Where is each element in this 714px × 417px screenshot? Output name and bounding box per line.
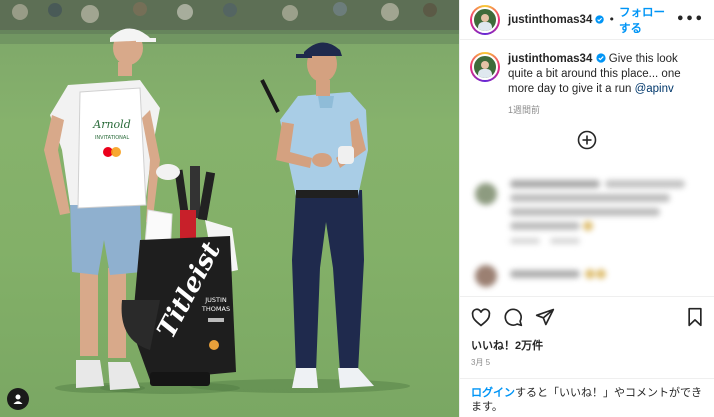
add-comment-icon[interactable] [577, 130, 597, 150]
likes-count[interactable]: いいね！2万件 [459, 327, 714, 353]
golf-scene-illustration: Arnold INVITATIONAL Titleist JUSTIN THOM… [0, 0, 459, 394]
bag-name-text: JUSTIN [204, 296, 227, 304]
tagged-user-icon[interactable] [7, 388, 29, 410]
follow-button[interactable]: フォローする [619, 4, 676, 36]
caption-timestamp: 1週間前 [508, 105, 541, 115]
caption-avatar[interactable] [470, 52, 500, 82]
comment-icon[interactable] [503, 307, 523, 327]
login-prompt: ログインすると「いいね！」やコメントができます。 [459, 378, 714, 417]
share-icon[interactable] [535, 307, 555, 327]
more-options-icon[interactable]: ••• [676, 12, 704, 27]
user-icon [13, 394, 23, 404]
heart-icon[interactable] [471, 307, 491, 327]
profile-avatar[interactable] [470, 4, 500, 35]
verified-icon [595, 53, 606, 63]
caption-text-block: justinthomas34 Give this look quite a bi… [508, 52, 698, 97]
post-date: 3月 5 [471, 358, 491, 367]
svg-text:THOMAS: THOMAS [201, 305, 230, 313]
caption-username[interactable]: justinthomas34 [508, 53, 592, 65]
svg-text:INVITATIONAL: INVITATIONAL [95, 135, 129, 141]
post-photo[interactable]: Arnold INVITATIONAL Titleist JUSTIN THOM… [0, 0, 459, 417]
save-icon[interactable] [686, 307, 704, 327]
post-header: justinthomas34 • フォローする ••• [460, 0, 714, 40]
verified-icon [595, 15, 605, 24]
login-link[interactable]: ログイン [471, 387, 515, 399]
bib-text: Arnold [92, 118, 130, 131]
golfer-figure [260, 42, 374, 388]
separator-dot: • [608, 13, 615, 26]
post-actions: いいね！2万件 3月 5 [459, 296, 714, 368]
blurred-comments [470, 172, 705, 292]
caption: justinthomas34 Give this look quite a bi… [460, 40, 714, 97]
caption-mention-link[interactable]: @apinv [635, 83, 674, 95]
username-link[interactable]: justinthomas34 [508, 14, 592, 26]
